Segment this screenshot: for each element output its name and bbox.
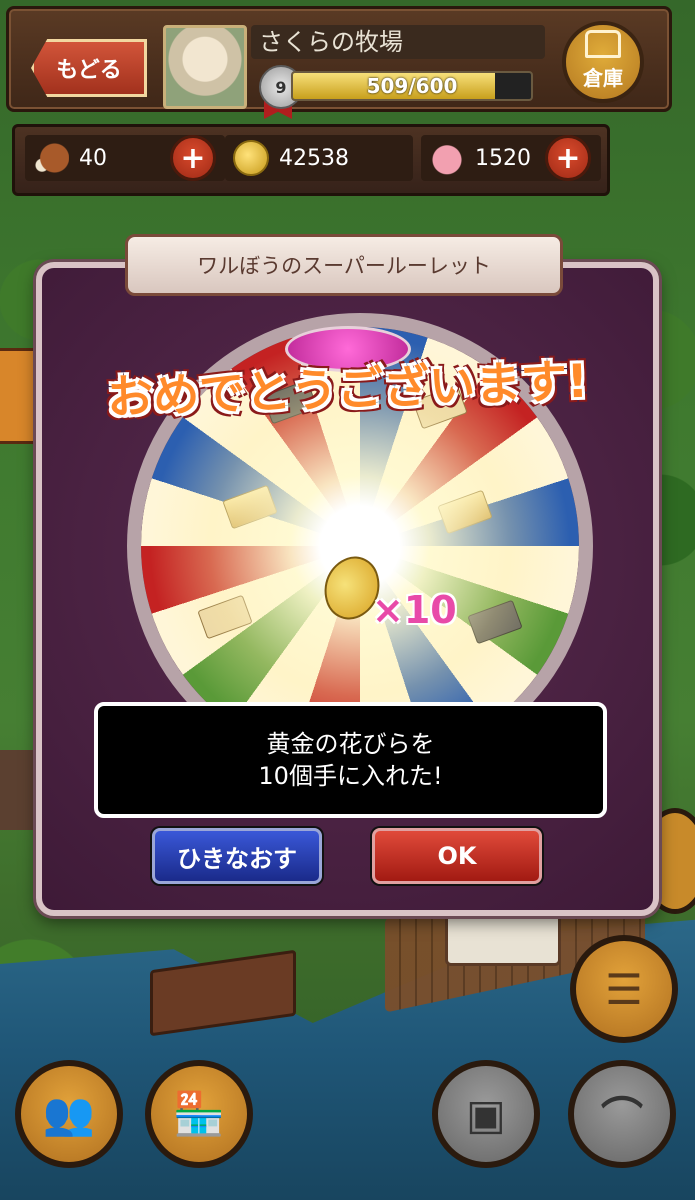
barn-icon <box>585 30 621 58</box>
reward-quantity: ×10 <box>372 588 457 632</box>
add-gem-button[interactable]: + <box>545 135 591 181</box>
list-icon: ☰ <box>605 964 643 1014</box>
shop-icon: 🏪 <box>172 1089 226 1138</box>
friends-icon: 👥 <box>42 1089 96 1138</box>
meat-icon <box>33 140 69 176</box>
sickle-icon: ⌒ <box>600 1092 643 1142</box>
reward-message-line2: 10個手に入れた! <box>258 762 443 790</box>
storage-box-icon: ▣ <box>466 1089 506 1139</box>
congrats-banner: おめでとうございます! <box>106 353 589 425</box>
modal-title: ワルぼうのスーパールーレット <box>125 234 563 296</box>
friends-button[interactable]: 👥 <box>15 1060 123 1168</box>
back-button[interactable]: もどる <box>31 39 147 97</box>
farm-name: さくらの牧場 <box>251 25 545 59</box>
retry-button[interactable]: ひきなおす <box>152 828 322 884</box>
list-button[interactable]: ☰ <box>570 935 678 1043</box>
warehouse-label: 倉庫 <box>583 66 623 90</box>
roulette-dialog: おめでとうございます! ×10 黄金の花びらを 10個手に入れた! ひきなおす … <box>36 262 659 916</box>
warehouse-button[interactable]: 倉庫 <box>562 21 644 103</box>
coin-counter: 42538 <box>225 135 413 181</box>
coin-amount: 42538 <box>279 145 349 171</box>
add-meat-button[interactable]: + <box>170 135 216 181</box>
coin-icon <box>233 140 269 176</box>
reward-message-line1: 黄金の花びらを <box>266 730 435 758</box>
gem-icon <box>429 140 465 176</box>
sickle-button[interactable]: ⌒ <box>568 1060 676 1168</box>
xp-text: 509/600 <box>366 74 458 98</box>
xp-bar: 509/600 <box>291 71 533 101</box>
resource-bar: 40 + 42538 1520 + <box>12 124 610 196</box>
top-status-bar: もどる さくらの牧場 9 509/600 倉庫 <box>6 6 672 119</box>
cliff <box>0 750 40 830</box>
avatar[interactable] <box>163 25 247 109</box>
reward-message: 黄金の花びらを 10個手に入れた! <box>94 702 607 818</box>
gem-amount: 1520 <box>475 145 531 171</box>
ok-button[interactable]: OK <box>372 828 542 884</box>
meat-amount: 40 <box>79 145 107 171</box>
shop-button[interactable]: 🏪 <box>145 1060 253 1168</box>
storage-button[interactable]: ▣ <box>432 1060 540 1168</box>
